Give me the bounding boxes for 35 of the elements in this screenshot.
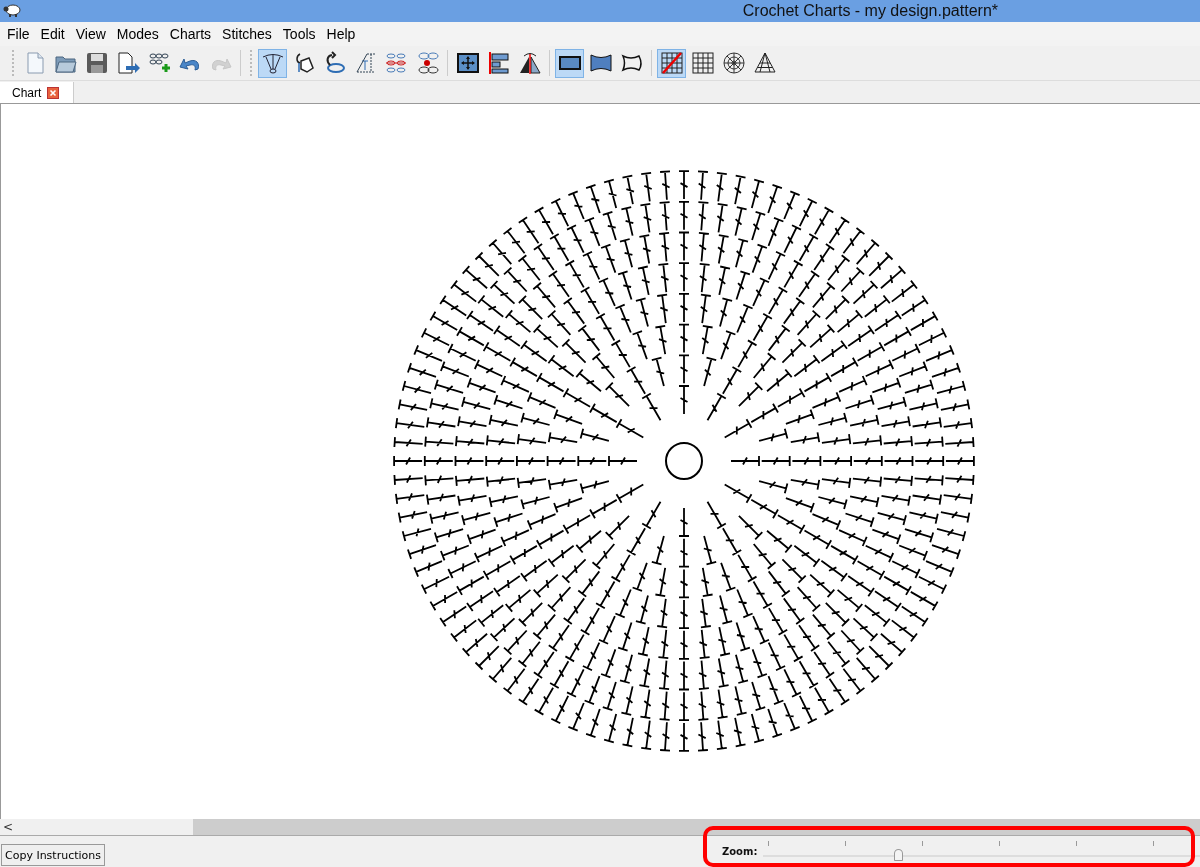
toolbar-button[interactable]: [555, 48, 584, 78]
menu-item[interactable]: Charts: [164, 26, 217, 42]
close-icon[interactable]: [47, 86, 60, 99]
toolbar-button[interactable]: [657, 48, 686, 78]
zoom-slider[interactable]: [763, 839, 1200, 861]
grid-icon: [690, 51, 715, 75]
menu-item[interactable]: File: [2, 26, 35, 42]
grid-strike-icon: [659, 51, 684, 75]
menu-item[interactable]: Tools: [277, 26, 321, 42]
stitch-fan-icon: [260, 51, 285, 75]
menu-item[interactable]: Modes: [111, 26, 164, 42]
wavy-shape-icon: [588, 51, 613, 75]
menu-item[interactable]: Stitches: [217, 26, 277, 42]
scroll-left-arrow[interactable]: <: [0, 819, 16, 835]
menu-item[interactable]: View: [70, 26, 111, 42]
menu-item[interactable]: Edit: [35, 26, 70, 42]
align-icon: [486, 51, 511, 75]
export-arrow-icon: [115, 51, 140, 75]
tab[interactable]: Chart: [0, 82, 75, 103]
polar-grid-icon: [721, 51, 746, 75]
menu-item[interactable]: Help: [321, 26, 361, 42]
triangle-grid-icon: [752, 51, 777, 75]
slider-thumb[interactable]: [893, 849, 903, 861]
window-title: Crochet Charts - my design.pattern*: [741, 2, 999, 20]
sheep-icon: [3, 4, 21, 18]
chain-marker-icon: [415, 51, 440, 75]
horizontal-scrollbar[interactable]: <: [0, 819, 1200, 836]
chain-rows-icon: [384, 51, 409, 75]
zoom-label: Zoom:: [722, 846, 758, 858]
copy-instructions-button[interactable]: Copy Instructions: [1, 844, 105, 866]
chain-plus-icon: [146, 51, 171, 75]
tab-label: Chart: [12, 85, 42, 100]
toolbar-button[interactable]: [258, 48, 287, 78]
move-arrows-icon: [455, 51, 480, 75]
mirror-icon: [517, 51, 542, 75]
